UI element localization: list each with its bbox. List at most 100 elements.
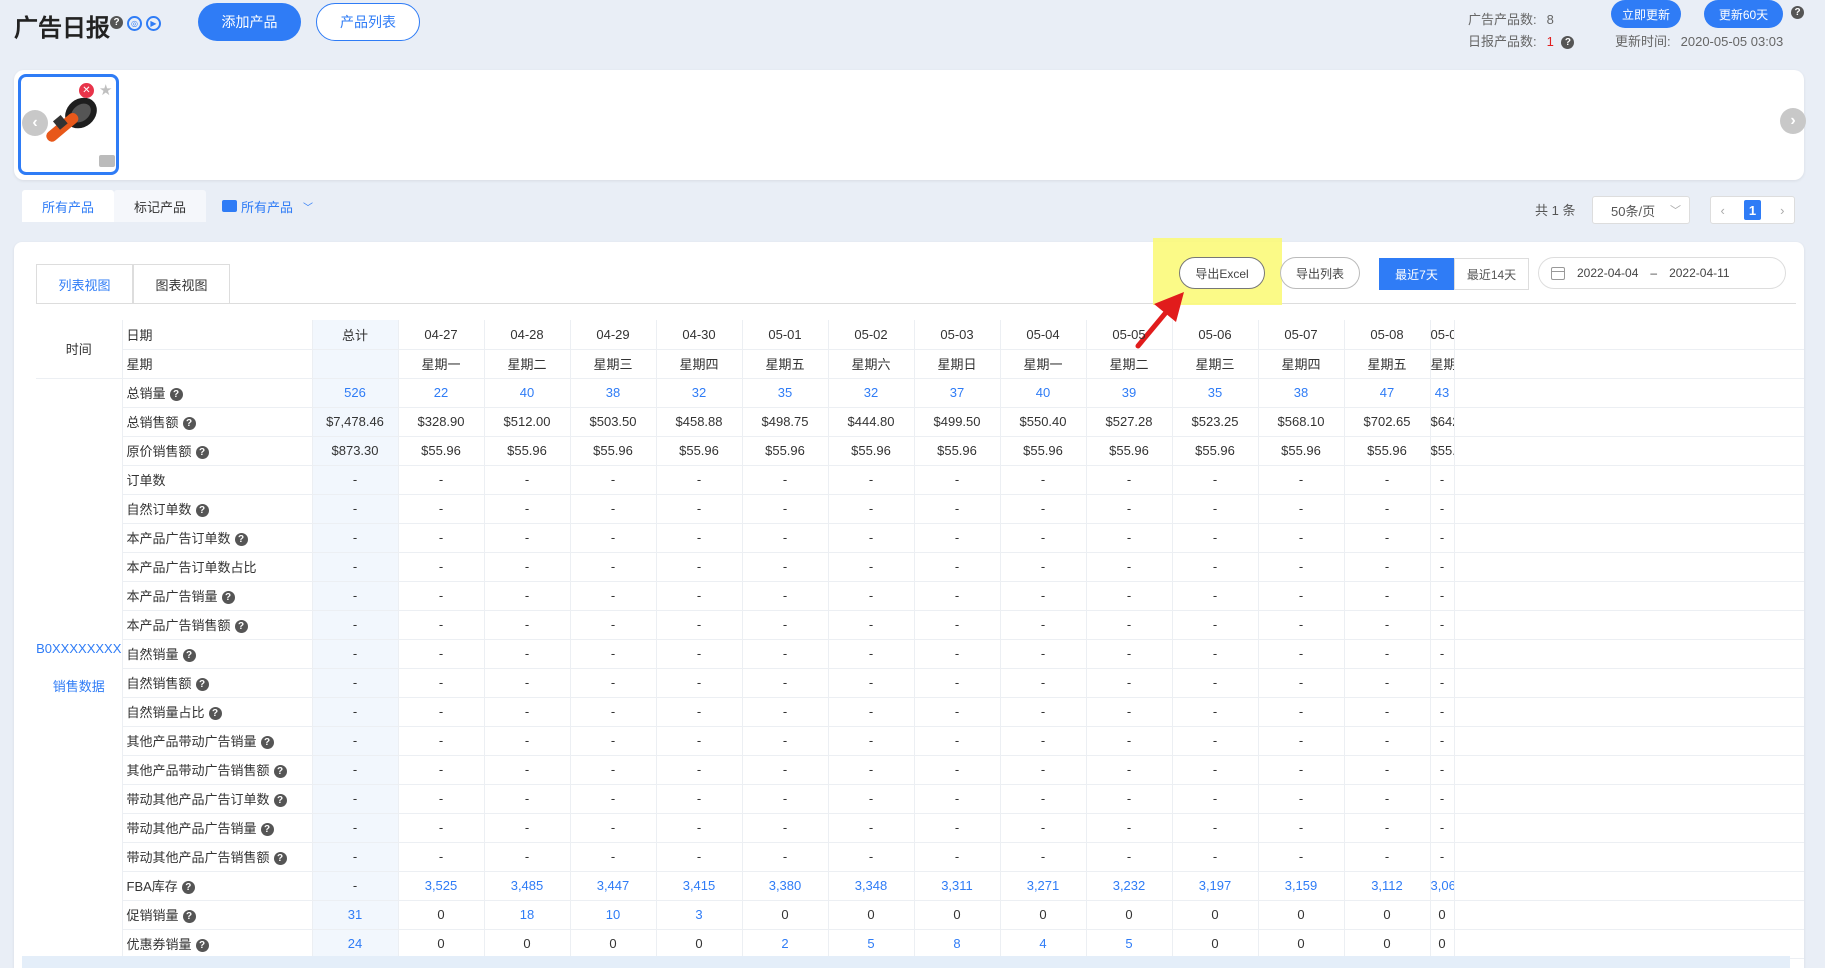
table-row: 本产品广告订单数? - - - - - - - - - - - - - - bbox=[36, 523, 1804, 553]
table-cell: - bbox=[1000, 668, 1087, 698]
table-cell: - bbox=[656, 639, 743, 669]
table-cell: 39 bbox=[1086, 378, 1173, 408]
table-cell: 43 bbox=[1430, 378, 1455, 408]
table-cell: $498.75 bbox=[742, 407, 829, 437]
help-icon[interactable]: ? bbox=[182, 910, 196, 924]
ad-product-count: 广告产品数: 8 bbox=[1468, 12, 1554, 27]
row-label-text: 本产品广告销售额 bbox=[126, 618, 231, 633]
tab-marked-products[interactable]: 标记产品 bbox=[114, 190, 207, 222]
folder-icon[interactable] bbox=[99, 155, 115, 167]
table-cell: - bbox=[1172, 697, 1259, 727]
row-total: 31 bbox=[312, 900, 399, 930]
table-cell: - bbox=[1344, 494, 1431, 524]
table-cell: - bbox=[1086, 726, 1173, 756]
table-cell: 40 bbox=[484, 378, 571, 408]
help-icon[interactable]: ? bbox=[181, 881, 195, 895]
date-header: 05-05 bbox=[1086, 320, 1173, 350]
table-cell: - bbox=[1086, 813, 1173, 843]
help-icon[interactable]: ? bbox=[182, 649, 196, 663]
help-icon[interactable]: ? bbox=[260, 736, 274, 750]
table-cell: $55.96 bbox=[570, 436, 657, 466]
sales-data-link[interactable]: 销售数据 bbox=[36, 668, 121, 706]
remove-icon[interactable]: ✕ bbox=[79, 83, 94, 98]
table-cell: - bbox=[398, 610, 485, 640]
page-size-value: 50条/页 bbox=[1611, 203, 1656, 219]
tab-list-view[interactable]: 列表视图 bbox=[36, 264, 133, 304]
row-label-text: 自然销量 bbox=[126, 647, 179, 662]
prev-page-icon[interactable]: ‹ bbox=[1721, 203, 1725, 218]
date-header: 05-02 bbox=[828, 320, 915, 350]
row-total: $7,478.46 bbox=[312, 407, 399, 437]
table-cell: - bbox=[484, 784, 571, 814]
table-cell: - bbox=[656, 697, 743, 727]
table-cell: 40 bbox=[1000, 378, 1087, 408]
date-header: 05-04 bbox=[1000, 320, 1087, 350]
update-60-days-button[interactable]: 更新60天 bbox=[1704, 0, 1783, 28]
table-cell: - bbox=[656, 813, 743, 843]
tab-all-products[interactable]: 所有产品 bbox=[22, 190, 115, 222]
table-row: 本产品广告订单数占比 - - - - - - - - - - - - - - bbox=[36, 552, 1804, 582]
help-icon[interactable]: ? bbox=[195, 678, 209, 692]
help-icon[interactable]: ? bbox=[195, 939, 209, 953]
row-total: - bbox=[312, 581, 399, 611]
export-excel-button[interactable]: 导出Excel bbox=[1179, 257, 1265, 289]
help-icon[interactable]: ? bbox=[169, 388, 183, 402]
play-video-icon[interactable]: ▶ bbox=[146, 16, 161, 31]
help-icon[interactable]: ? bbox=[195, 504, 209, 518]
add-product-button[interactable]: 添加产品 bbox=[198, 3, 301, 41]
help-icon[interactable]: ? bbox=[234, 620, 248, 634]
table-cell: - bbox=[1430, 668, 1455, 698]
support-icon[interactable]: ◎ bbox=[127, 16, 142, 31]
product-list-button[interactable]: 产品列表 bbox=[316, 3, 420, 41]
star-icon[interactable]: ★ bbox=[99, 81, 112, 99]
last-7-days-button[interactable]: 最近7天 bbox=[1379, 258, 1454, 290]
carousel-next-icon[interactable]: › bbox=[1780, 108, 1806, 134]
help-icon[interactable]: ? bbox=[195, 446, 209, 460]
current-page[interactable]: 1 bbox=[1743, 200, 1761, 220]
row-label: 原价销售额? bbox=[122, 436, 313, 466]
row-label: 带动其他产品广告订单数? bbox=[122, 784, 313, 814]
next-page-icon[interactable]: › bbox=[1780, 203, 1784, 218]
help-icon[interactable]: ? bbox=[273, 765, 287, 779]
help-icon[interactable]: ? bbox=[234, 533, 248, 547]
table-cell: - bbox=[914, 813, 1001, 843]
tab-chart-view[interactable]: 图表视图 bbox=[133, 264, 230, 304]
help-icon[interactable]: ? bbox=[1791, 6, 1804, 19]
table-cell: - bbox=[484, 697, 571, 727]
help-icon[interactable]: ? bbox=[182, 417, 196, 431]
help-icon[interactable]: ? bbox=[273, 794, 287, 808]
table-cell: 0 bbox=[1086, 900, 1173, 930]
row-label: 其他产品带动广告销售额? bbox=[122, 755, 313, 785]
table-cell: 18 bbox=[484, 900, 571, 930]
table-cell: - bbox=[742, 668, 829, 698]
table-cell: - bbox=[1086, 610, 1173, 640]
weekday-header: 星期三 bbox=[570, 349, 657, 379]
row-label-text: 促销销量 bbox=[126, 908, 179, 923]
table-cell: $55.96 bbox=[484, 436, 571, 466]
export-list-button[interactable]: 导出列表 bbox=[1280, 257, 1360, 289]
update-now-button[interactable]: 立即更新 bbox=[1611, 0, 1681, 28]
table-cell: 35 bbox=[1172, 378, 1259, 408]
help-icon[interactable]: ? bbox=[208, 707, 222, 721]
table-cell: - bbox=[656, 610, 743, 640]
table-cell: - bbox=[1172, 726, 1259, 756]
table-cell: - bbox=[1086, 639, 1173, 669]
help-icon[interactable]: ? bbox=[221, 591, 235, 605]
overflow-cell bbox=[1454, 639, 1804, 669]
table-cell: - bbox=[1344, 813, 1431, 843]
table-cell: - bbox=[570, 610, 657, 640]
carousel-prev-icon[interactable]: ‹ bbox=[22, 110, 48, 136]
help-icon[interactable]: ? bbox=[273, 852, 287, 866]
table-cell: - bbox=[1258, 552, 1345, 582]
help-icon[interactable]: ? bbox=[260, 823, 274, 837]
last-14-days-button[interactable]: 最近14天 bbox=[1454, 258, 1529, 290]
row-total: 526 bbox=[312, 378, 399, 408]
table-cell: 0 bbox=[570, 929, 657, 959]
page-size-select[interactable]: 50条/页 ﹀ bbox=[1592, 196, 1690, 224]
help-icon[interactable]: ? bbox=[1561, 36, 1575, 50]
help-icon[interactable]: ? bbox=[110, 16, 123, 29]
sku-link[interactable]: B0XXXXXXXX bbox=[36, 630, 121, 668]
overflow-cell bbox=[1454, 900, 1804, 930]
date-range-picker[interactable]: 2022-04-04 – 2022-04-11 bbox=[1538, 257, 1786, 289]
folder-dropdown[interactable]: 所有产品 ﹀ bbox=[222, 190, 313, 222]
